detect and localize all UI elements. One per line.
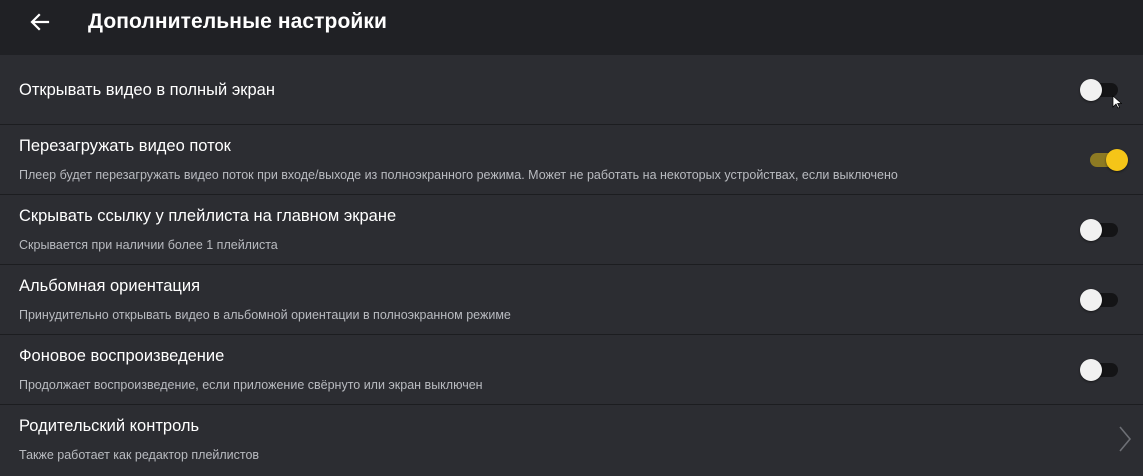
toggle-background-playback[interactable] (1080, 359, 1120, 381)
setting-description: Скрывается при наличии более 1 плейлиста (19, 238, 278, 252)
setting-row-parental-control[interactable]: Родительский контроль Также работает как… (0, 405, 1143, 476)
setting-row-fullscreen[interactable]: Открывать видео в полный экран (0, 55, 1143, 125)
setting-row-reload-stream[interactable]: Перезагружать видео поток Плеер будет пе… (0, 125, 1143, 195)
setting-label: Открывать видео в полный экран (19, 81, 275, 99)
setting-description: Также работает как редактор плейлистов (19, 448, 260, 462)
setting-label: Фоновое воспроизведение (19, 347, 225, 365)
setting-description: Продолжает воспроизведение, если приложе… (19, 378, 483, 392)
settings-list: Открывать видео в полный экран Перезагру… (0, 55, 1143, 476)
setting-row-landscape[interactable]: Альбомная ориентация Принудительно откры… (0, 265, 1143, 335)
chevron-right-icon (1119, 426, 1132, 452)
page-title: Дополнительные настройки (88, 10, 388, 33)
arrow-left-icon (30, 13, 50, 31)
setting-label: Скрывать ссылку у плейлиста на главном э… (19, 207, 397, 225)
toggle-reload-stream[interactable] (1088, 149, 1128, 171)
app-bar: Дополнительные настройки (0, 0, 1143, 55)
setting-label: Родительский контроль (19, 417, 200, 435)
toggle-hide-playlist-link[interactable] (1080, 219, 1120, 241)
toggle-thumb (1106, 149, 1128, 171)
toggle-thumb (1080, 79, 1102, 101)
setting-label: Альбомная ориентация (19, 277, 201, 295)
toggle-thumb (1080, 359, 1102, 381)
back-button[interactable] (26, 8, 54, 36)
toggle-thumb (1080, 289, 1102, 311)
setting-row-hide-playlist-link[interactable]: Скрывать ссылку у плейлиста на главном э… (0, 195, 1143, 265)
toggle-landscape[interactable] (1080, 289, 1120, 311)
toggle-thumb (1080, 219, 1102, 241)
mouse-cursor-icon (1112, 95, 1122, 109)
setting-description: Принудительно открывать видео в альбомно… (19, 308, 511, 322)
setting-row-background-playback[interactable]: Фоновое воспроизведение Продолжает воспр… (0, 335, 1143, 405)
setting-description: Плеер будет перезагружать видео поток пр… (19, 168, 898, 182)
setting-label: Перезагружать видео поток (19, 137, 231, 155)
